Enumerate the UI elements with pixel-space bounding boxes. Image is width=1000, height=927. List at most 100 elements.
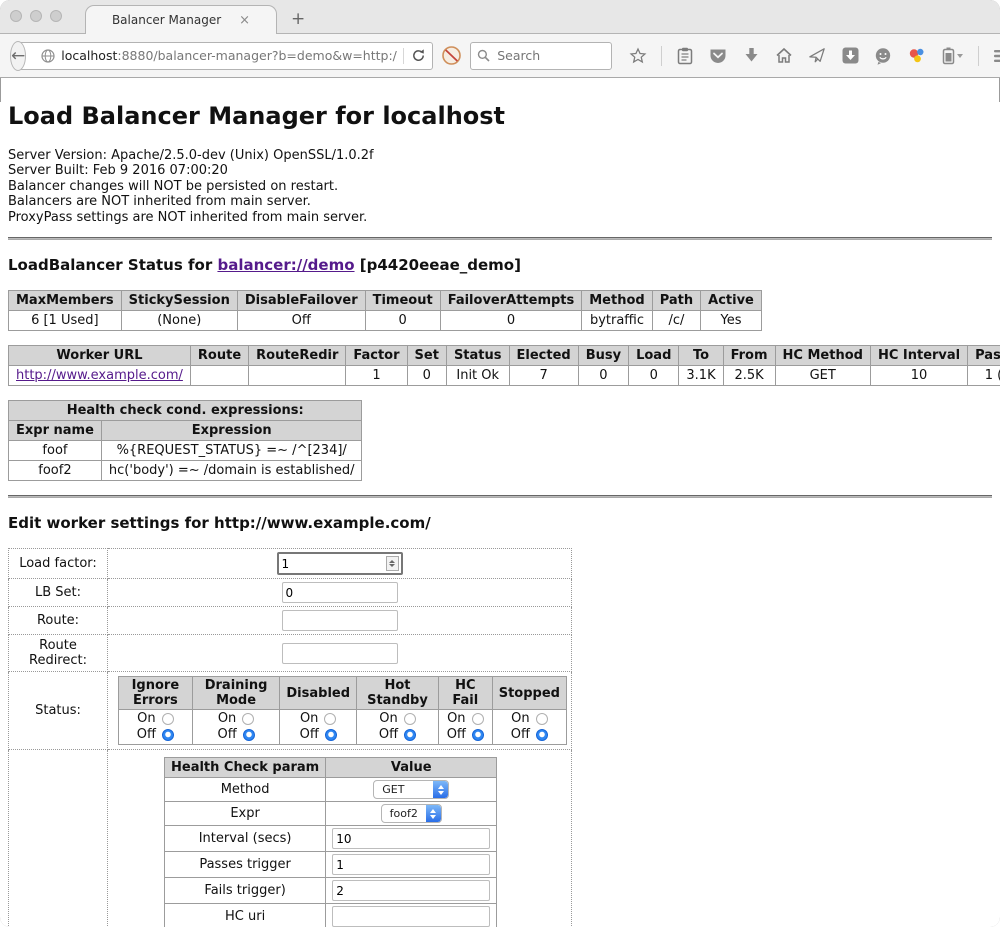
form-row-lb-set: LB Set: — [9, 579, 572, 607]
hc-fails-label: Fails trigger) — [165, 878, 326, 904]
hc-interval-label: Interval (secs) — [165, 826, 326, 852]
table-row: Expr foof2 — [165, 802, 497, 826]
battery-extension-icon[interactable] — [939, 46, 965, 66]
col-header: Factor — [346, 346, 407, 366]
stopped-off-radio[interactable] — [536, 729, 548, 741]
health-check-expressions-table: Health check cond. expressions: Expr nam… — [8, 400, 362, 481]
hc-fail-off-radio[interactable] — [472, 729, 484, 741]
reload-icon[interactable] — [410, 48, 426, 64]
extension-caret-icon[interactable] — [957, 54, 963, 58]
status-options-table: Ignore Errors Draining Mode Disabled Hot… — [118, 676, 567, 745]
col-header: Path — [652, 291, 700, 311]
cell: bytraffic — [582, 311, 652, 331]
search-icon — [477, 49, 490, 62]
bookmark-star-icon[interactable] — [628, 46, 648, 66]
inherit-note-line: Balancers are NOT inherited from main se… — [8, 194, 992, 209]
url-bar[interactable]: localhost:8880/balancer-manager?b=demo&w… — [18, 42, 433, 70]
col-header: Draining Mode — [192, 677, 280, 710]
search-bar[interactable] — [470, 42, 612, 70]
url-text: localhost:8880/balancer-manager?b=demo&w… — [61, 48, 397, 63]
balancer-status-heading: LoadBalancer Status for balancer://demo … — [8, 256, 992, 274]
block-extension-icon[interactable] — [441, 45, 462, 67]
table-row: Method GET — [165, 778, 497, 802]
col-header: Health Check param — [165, 758, 326, 778]
cell: GET — [775, 366, 870, 386]
table-row: foof %{REQUEST_STATUS} =~ /^[234]/ — [9, 441, 362, 461]
cell: Off — [237, 311, 365, 331]
chat-smiley-icon[interactable] — [873, 46, 893, 66]
new-tab-button[interactable]: + — [291, 9, 305, 29]
col-header: To — [679, 346, 723, 366]
menu-hamburger-icon[interactable] — [992, 46, 1000, 66]
hc-fail-on-radio[interactable] — [472, 713, 484, 725]
col-header: Stopped — [492, 677, 566, 710]
home-icon[interactable] — [774, 46, 794, 66]
route-redirect-input[interactable] — [282, 643, 398, 664]
tab-close-icon[interactable]: × — [239, 14, 250, 27]
browser-window: Balancer Manager × + ← localhost:8880/ba… — [0, 0, 1000, 927]
col-header: Set — [407, 346, 446, 366]
expression-cell: %{REQUEST_STATUS} =~ /^[234]/ — [101, 441, 362, 461]
col-header: Passes — [968, 346, 1000, 366]
pocket-icon[interactable] — [708, 46, 728, 66]
hc-expr-select[interactable]: foof2 — [381, 804, 442, 823]
hot-standby-off-radio[interactable] — [404, 729, 416, 741]
tab-balancer-manager[interactable]: Balancer Manager × — [85, 5, 277, 34]
hc-uri-input[interactable] — [332, 906, 490, 927]
zoom-window-button[interactable] — [50, 10, 62, 22]
col-header: Disabled — [280, 677, 357, 710]
cell: 0 — [407, 366, 446, 386]
number-spinner-icon[interactable] — [386, 556, 399, 571]
col-header: Expr name — [9, 421, 102, 441]
hc-interval-input[interactable] — [332, 828, 490, 849]
lb-set-input[interactable] — [282, 582, 398, 603]
table-row: Fails trigger) — [165, 878, 497, 904]
stopped-on-radio[interactable] — [536, 713, 548, 725]
back-button[interactable]: ← — [10, 41, 26, 71]
minimize-window-button[interactable] — [30, 10, 42, 22]
cell: 7 — [509, 366, 578, 386]
send-plane-icon[interactable] — [807, 46, 827, 66]
col-header: HC Interval — [870, 346, 967, 366]
col-header: MaxMembers — [9, 291, 122, 311]
hc-passes-input[interactable] — [332, 854, 490, 875]
col-header: RouteRedir — [249, 346, 346, 366]
search-input[interactable] — [495, 47, 589, 64]
ignore-errors-on-radio[interactable] — [162, 713, 174, 725]
server-built-line: Server Built: Feb 9 2016 07:00:20 — [8, 163, 992, 178]
close-window-button[interactable] — [10, 10, 22, 22]
table-row: Interval (secs) — [165, 826, 497, 852]
worker-url-link[interactable]: http://www.example.com/ — [16, 368, 183, 383]
colored-dots-extension-icon[interactable] — [906, 46, 926, 66]
page-title: Load Balancer Manager for localhost — [8, 102, 992, 130]
col-header: Expression — [101, 421, 362, 441]
server-version-line: Server Version: Apache/2.5.0-dev (Unix) … — [8, 148, 992, 163]
cell: 10 — [870, 366, 967, 386]
expr-table-title: Health check cond. expressions: — [9, 401, 362, 421]
hc-expr-label: Expr — [165, 802, 326, 826]
select-stepper-icon — [433, 781, 448, 798]
hot-standby-on-radio[interactable] — [404, 713, 416, 725]
hc-fails-input[interactable] — [332, 880, 490, 901]
cell: 0 — [629, 366, 679, 386]
balancer-demo-link[interactable]: balancer://demo — [217, 256, 354, 274]
route-input[interactable] — [282, 610, 398, 631]
disabled-off-radio[interactable] — [325, 729, 337, 741]
col-header: Active — [701, 291, 762, 311]
hc-method-select[interactable]: GET — [373, 780, 449, 799]
cell: Yes — [701, 311, 762, 331]
col-header: Ignore Errors — [119, 677, 193, 710]
draining-mode-off-radio[interactable] — [243, 729, 255, 741]
ignore-errors-off-radio[interactable] — [162, 729, 174, 741]
form-row-status: Status: Ignore Errors Draining Mode Disa… — [9, 672, 572, 750]
draining-mode-on-radio[interactable] — [242, 713, 254, 725]
health-check-param-table: Health Check param Value Method GET — [164, 757, 497, 927]
download-icon[interactable] — [741, 46, 761, 66]
expr-name-cell: foof2 — [9, 461, 102, 481]
load-factor-input[interactable] — [277, 552, 403, 575]
balancer-status-table: MaxMembers StickySession DisableFailover… — [8, 290, 762, 331]
clipboard-icon[interactable] — [675, 46, 695, 66]
tab-bar: Balancer Manager × + — [0, 0, 1000, 34]
download-box-icon[interactable] — [840, 46, 860, 66]
disabled-on-radio[interactable] — [324, 713, 336, 725]
